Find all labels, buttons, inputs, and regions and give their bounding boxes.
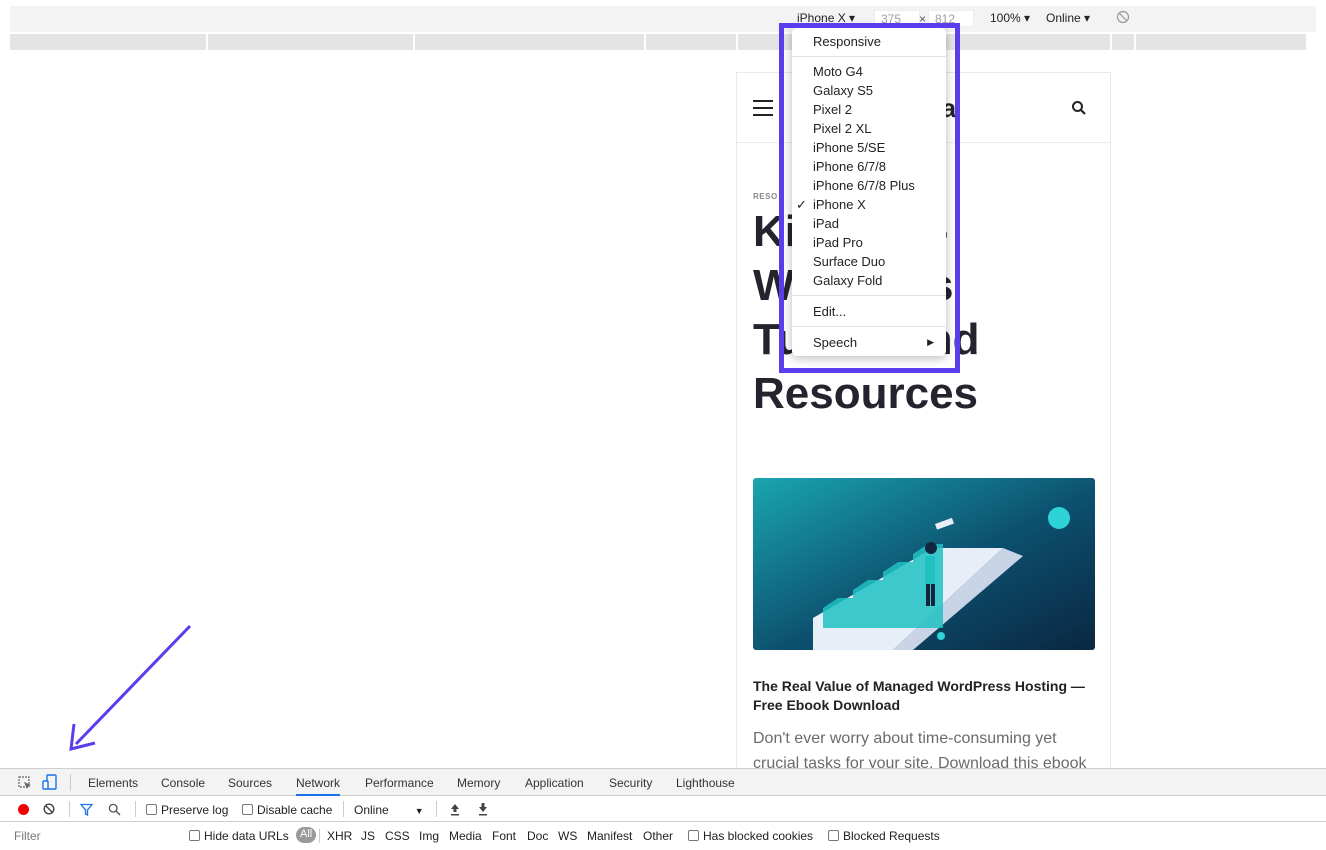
tab-console[interactable]: Console <box>161 776 205 790</box>
preserve-log-label: Preserve log <box>161 803 229 817</box>
disable-cache-label: Disable cache <box>257 803 333 817</box>
type-filter-xhr[interactable]: XHR <box>327 829 352 843</box>
record-icon[interactable] <box>18 804 29 815</box>
tab-network[interactable]: Network <box>296 776 341 796</box>
upload-icon[interactable] <box>449 802 461 816</box>
type-filter-js[interactable]: JS <box>361 829 375 843</box>
checkbox-icon <box>828 830 839 841</box>
type-filter-font[interactable]: Font <box>492 829 516 843</box>
type-filter-doc[interactable]: Doc <box>527 829 548 843</box>
device-throttle-select[interactable]: Online ▾ <box>1046 11 1090 25</box>
search-icon[interactable] <box>108 803 121 816</box>
media-query-segment[interactable] <box>206 34 208 50</box>
tab-memory[interactable]: Memory <box>457 776 500 790</box>
device-toolbar: iPhone X ▾ 375 × 812 100% ▾ Online ▾ <box>10 6 1316 32</box>
network-toolbar: Preserve log Disable cache Online ▼ <box>0 796 1326 822</box>
hide-data-urls-label: Hide data URLs <box>204 829 289 843</box>
type-filter-manifest[interactable]: Manifest <box>587 829 632 843</box>
media-query-bar[interactable] <box>10 34 1306 50</box>
toolbar-divider <box>319 829 320 843</box>
filter-input[interactable] <box>10 827 175 844</box>
rotate-icon[interactable] <box>1116 10 1130 24</box>
type-filter-other[interactable]: Other <box>643 829 673 843</box>
tab-application[interactable]: Application <box>525 776 584 790</box>
media-query-segment[interactable] <box>1110 34 1112 50</box>
inspect-element-icon[interactable] <box>18 776 32 790</box>
type-filter-ws[interactable]: WS <box>558 829 577 843</box>
chevron-down-icon: ▼ <box>414 806 424 816</box>
toolbar-divider <box>436 801 437 817</box>
device-toggle-icon[interactable] <box>42 774 58 790</box>
media-query-segment[interactable] <box>644 34 646 50</box>
toolbar-divider <box>343 801 344 817</box>
checkbox-icon <box>146 804 157 815</box>
hero-illustration[interactable] <box>753 478 1095 650</box>
ebook-description: Don't ever worry about time-consuming ye… <box>753 730 1087 769</box>
has-blocked-cookies-checkbox[interactable]: Has blocked cookies <box>688 829 813 843</box>
download-icon[interactable] <box>477 802 489 816</box>
checkbox-icon <box>189 830 200 841</box>
blocked-requests-checkbox[interactable]: Blocked Requests <box>828 829 940 843</box>
hide-data-urls-checkbox[interactable]: Hide data URLs <box>189 829 289 843</box>
tab-lighthouse[interactable]: Lighthouse <box>676 776 735 790</box>
device-throttle-label: Online <box>1046 11 1081 25</box>
zoom-label: 100% <box>990 11 1021 25</box>
network-throttle-label: Online <box>354 803 389 817</box>
media-query-segment[interactable] <box>736 34 738 50</box>
type-filter-media[interactable]: Media <box>449 829 482 843</box>
zoom-select[interactable]: 100% ▾ <box>990 11 1030 25</box>
annotation-arrow <box>69 624 192 751</box>
search-icon[interactable] <box>1071 100 1087 116</box>
media-query-segment[interactable] <box>413 34 415 50</box>
devtools-panel: Elements Console Sources Network Perform… <box>0 768 1326 850</box>
type-filter-css[interactable]: CSS <box>385 829 410 843</box>
tab-sources[interactable]: Sources <box>228 776 272 790</box>
tab-performance[interactable]: Performance <box>365 776 434 790</box>
tab-elements[interactable]: Elements <box>88 776 138 790</box>
checkbox-icon <box>688 830 699 841</box>
checkbox-icon <box>242 804 253 815</box>
filter-icon[interactable] <box>80 803 93 816</box>
has-blocked-cookies-label: Has blocked cookies <box>703 829 814 843</box>
post-title-line: Resources <box>753 369 979 418</box>
blocked-requests-label: Blocked Requests <box>843 829 940 843</box>
devtools-tab-bar: Elements Console Sources Network Perform… <box>0 769 1326 796</box>
type-filter-all[interactable]: All <box>296 827 317 843</box>
clear-icon[interactable] <box>43 803 55 815</box>
ebook-title[interactable]: The Real Value of Managed WordPress Host… <box>753 677 1098 715</box>
category-label[interactable]: RESO <box>753 192 778 201</box>
toolbar-divider <box>135 801 136 817</box>
media-query-segment[interactable] <box>1134 34 1136 50</box>
disable-cache-checkbox[interactable]: Disable cache <box>242 803 332 817</box>
filter-bar: Hide data URLs All XHR JS CSS Img Media … <box>0 823 1326 847</box>
type-filter-img[interactable]: Img <box>419 829 439 843</box>
network-throttle-select[interactable]: Online ▼ <box>354 803 424 817</box>
toolbar-divider <box>69 801 70 817</box>
preserve-log-checkbox[interactable]: Preserve log <box>146 803 228 817</box>
toolbar-divider <box>70 774 71 791</box>
annotation-highlight-box <box>779 23 960 373</box>
tab-security[interactable]: Security <box>609 776 652 790</box>
hamburger-menu-icon[interactable] <box>753 100 773 116</box>
